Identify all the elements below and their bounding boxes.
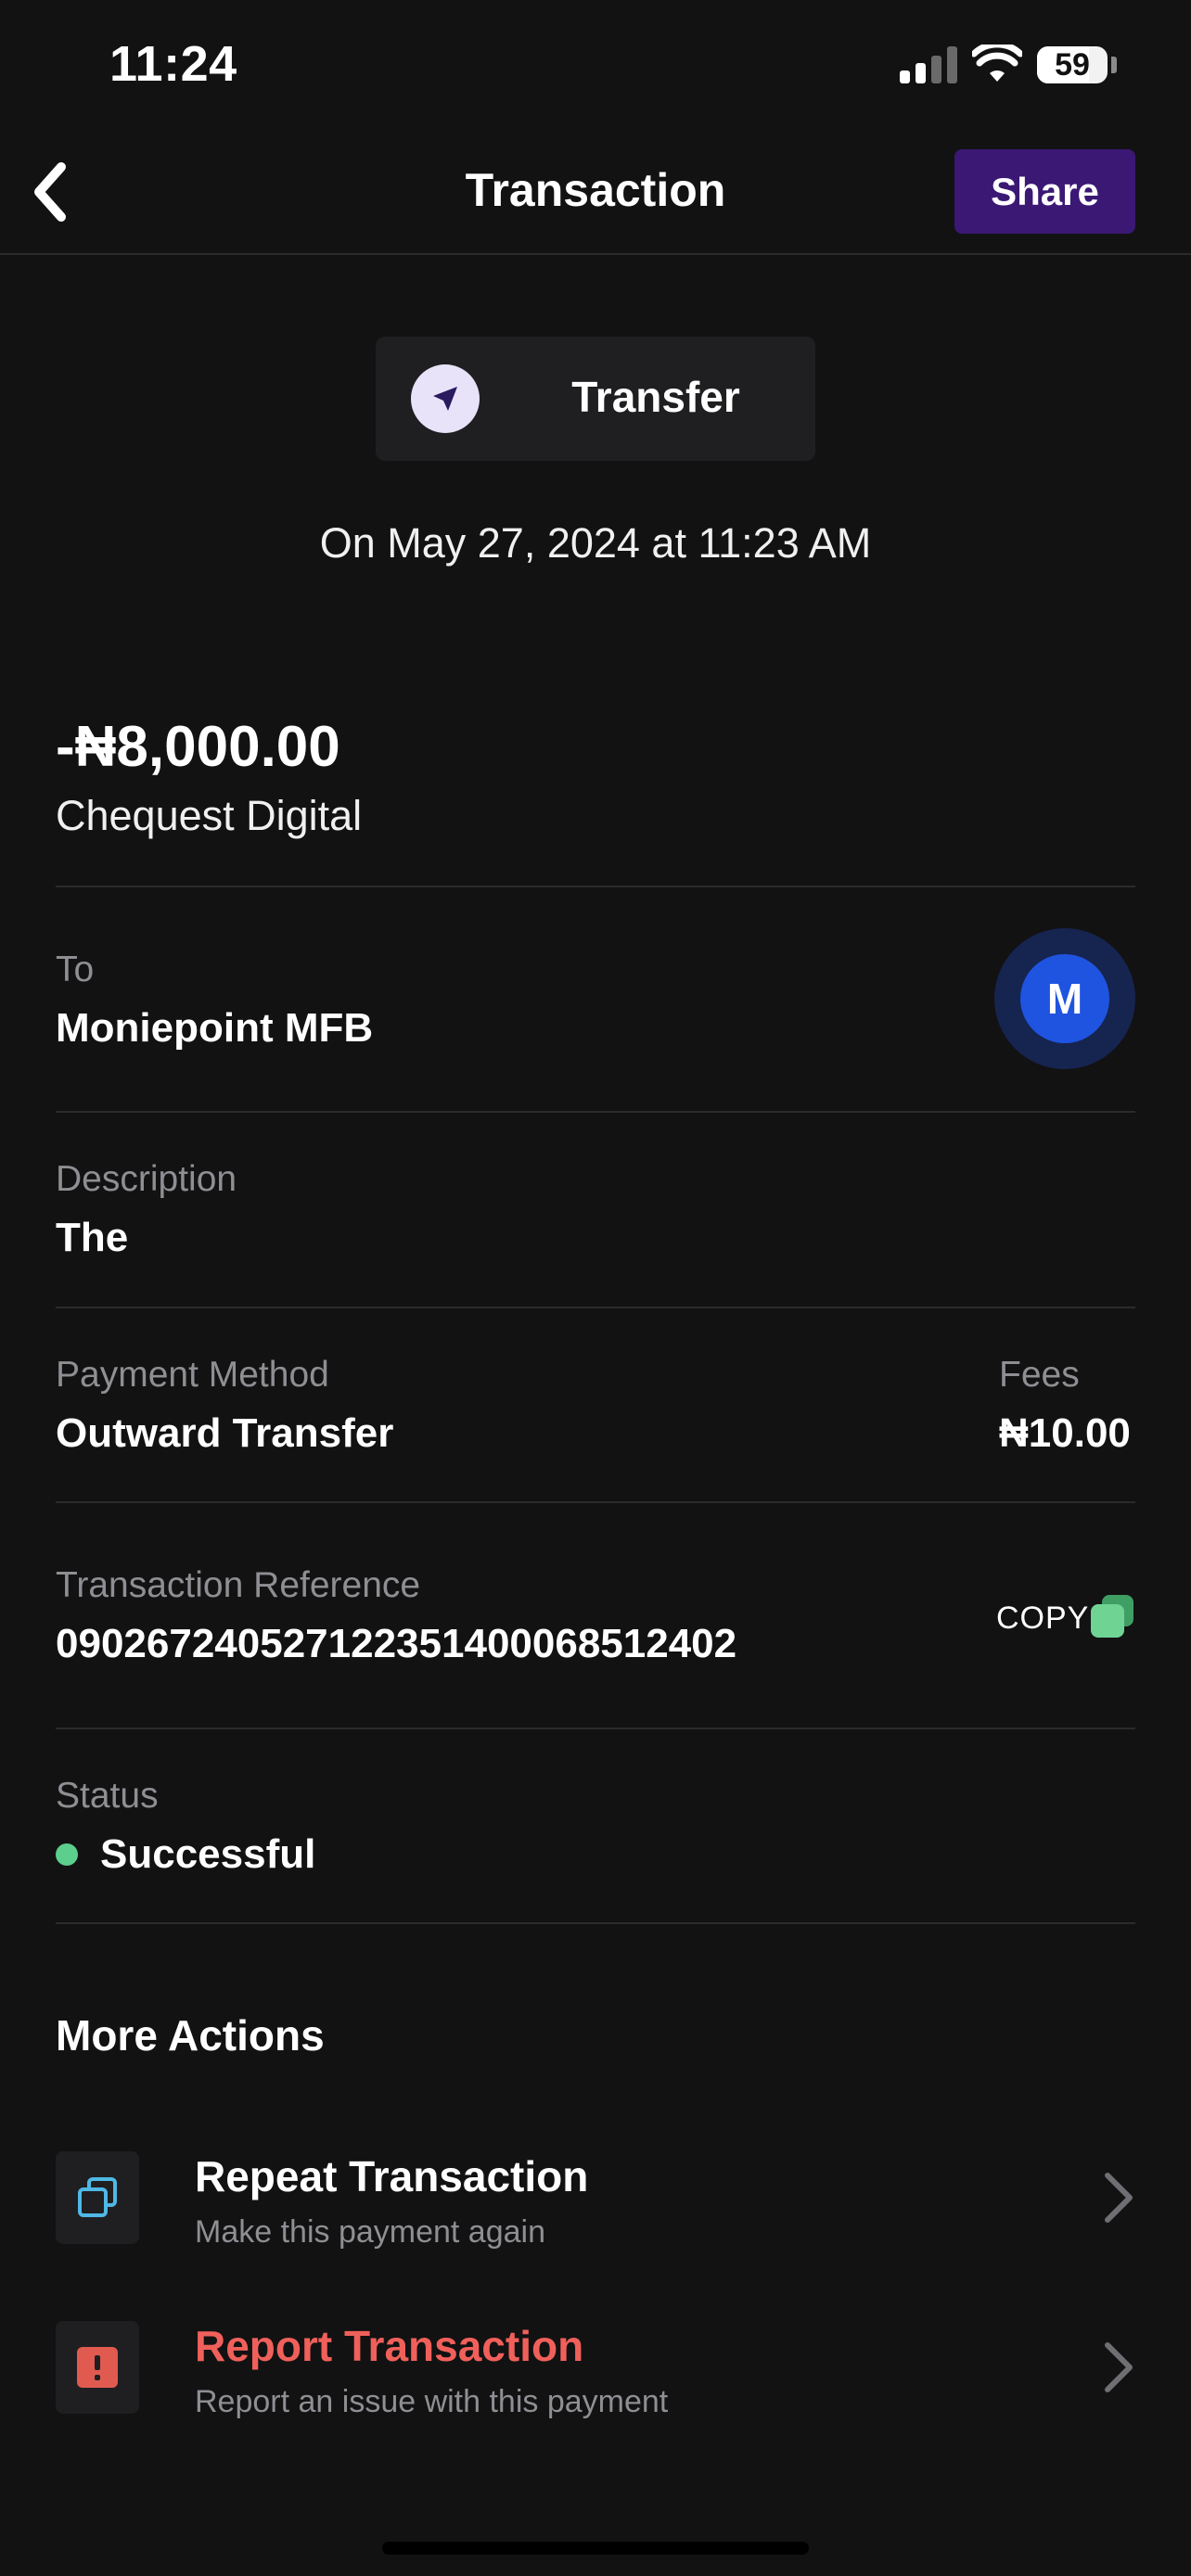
chevron-right-icon bbox=[1105, 2342, 1133, 2392]
report-transaction-subtitle: Report an issue with this payment bbox=[195, 2384, 669, 2419]
repeat-transaction-button[interactable]: Repeat Transaction Make this payment aga… bbox=[0, 2133, 1191, 2263]
transaction-type-label: Transfer bbox=[571, 373, 740, 421]
share-button[interactable]: Share bbox=[954, 149, 1135, 234]
alert-icon bbox=[56, 2321, 139, 2414]
battery-icon: 59 bbox=[1037, 46, 1108, 83]
fees-label: Fees bbox=[999, 1355, 1080, 1395]
divider bbox=[56, 1922, 1135, 1924]
repeat-transaction-title: Repeat Transaction bbox=[195, 2152, 589, 2200]
reference-label: Transaction Reference bbox=[56, 1565, 421, 1605]
status-success-dot bbox=[56, 1843, 78, 1866]
repeat-transaction-subtitle: Make this payment again bbox=[195, 2214, 545, 2250]
payment-method-label: Payment Method bbox=[56, 1355, 329, 1395]
home-indicator[interactable] bbox=[382, 2542, 809, 2555]
header-divider bbox=[0, 253, 1191, 255]
more-actions-title: More Actions bbox=[56, 2011, 325, 2060]
paper-plane-icon bbox=[411, 364, 480, 433]
transaction-type-badge: Transfer bbox=[376, 337, 815, 461]
divider bbox=[56, 1111, 1135, 1113]
to-label: To bbox=[56, 950, 95, 989]
repeat-icon bbox=[56, 2151, 139, 2244]
divider bbox=[56, 886, 1135, 887]
status-label: Status bbox=[56, 1776, 159, 1816]
copy-label: COPY bbox=[996, 1600, 1090, 1636]
status-bar-time: 11:24 bbox=[109, 36, 237, 92]
transaction-date: On May 27, 2024 at 11:23 AM bbox=[319, 519, 872, 567]
divider bbox=[56, 1307, 1135, 1308]
recipient-bank-avatar: M bbox=[994, 928, 1135, 1069]
description-label: Description bbox=[56, 1159, 237, 1199]
description-value: The bbox=[56, 1215, 129, 1260]
status-value: Successful bbox=[100, 1831, 316, 1877]
copy-reference-button[interactable]: COPY bbox=[996, 1591, 1135, 1643]
transaction-amount: -₦8,000.00 bbox=[56, 715, 340, 779]
recipient-bank-avatar-letter: M bbox=[1020, 954, 1109, 1043]
battery-cap bbox=[1111, 57, 1117, 73]
battery-level: 59 bbox=[1055, 47, 1090, 83]
wifi-icon bbox=[972, 45, 1022, 82]
chevron-right-icon bbox=[1105, 2173, 1133, 2223]
divider bbox=[56, 1501, 1135, 1503]
divider bbox=[56, 1728, 1135, 1729]
report-transaction-title: Report Transaction bbox=[195, 2322, 584, 2370]
merchant-name: Chequest Digital bbox=[56, 792, 363, 839]
payment-method-value: Outward Transfer bbox=[56, 1410, 394, 1456]
to-value: Moniepoint MFB bbox=[56, 1005, 374, 1051]
report-transaction-button[interactable]: Report Transaction Report an issue with … bbox=[0, 2302, 1191, 2432]
fees-value: ₦10.00 bbox=[999, 1410, 1131, 1456]
reference-value: 090267240527122351400068512402 bbox=[56, 1621, 737, 1666]
copy-icon bbox=[1091, 1595, 1133, 1638]
signal-icon bbox=[900, 46, 957, 83]
